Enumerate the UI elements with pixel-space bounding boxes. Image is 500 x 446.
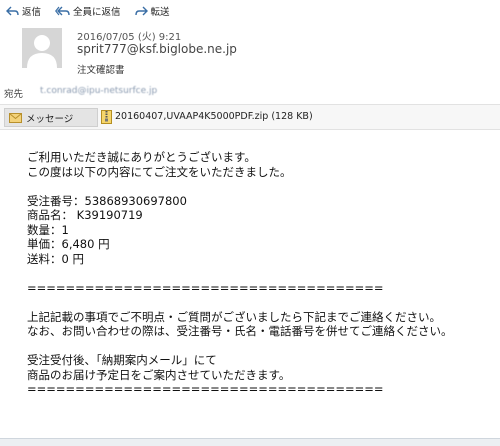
- message-body: ご利用いただき誠にありがとうございます。 この度は以下の内容にてご注文をいただき…: [27, 150, 497, 397]
- body-line: [27, 179, 497, 194]
- forward-label: 転送: [150, 7, 170, 18]
- reply-all-button[interactable]: 全員に返信: [55, 4, 121, 18]
- toolbar: 返信 全員に返信 転送: [0, 0, 500, 22]
- body-line: この度は以下の内容にてご注文をいただきました。: [27, 164, 292, 179]
- person-icon: [22, 28, 62, 68]
- body-line: ご利用いただき誠にありがとうございます。: [27, 150, 256, 164]
- to-recipient[interactable]: t.conrad@ipu-netsurfce.jp: [40, 86, 157, 96]
- reply-all-icon: [55, 6, 70, 15]
- body-line: [27, 266, 497, 281]
- reply-button[interactable]: 返信: [6, 4, 41, 18]
- zip-file-icon: [101, 109, 112, 124]
- attachment-file-label: 20160407,UVAAP4K5000PDF.zip (128 KB): [115, 111, 313, 122]
- sender-address[interactable]: sprit777@ksf.biglobe.ne.jp: [77, 42, 237, 56]
- envelope-icon: [9, 112, 22, 123]
- body-line: なお、お問い合わせの際は、受注番号・氏名・電話番号を併せてご連絡ください。: [27, 324, 453, 338]
- body-line: 送料：0 円: [27, 251, 84, 266]
- message-tab-label: メッセージ: [26, 113, 74, 125]
- body-line: 受注受付後、「納期案内メール」にて: [27, 353, 217, 367]
- reply-label: 返信: [22, 7, 42, 18]
- to-label: 宛先: [4, 89, 24, 100]
- body-line: 数量：1: [27, 222, 69, 237]
- body-line: 受注番号：53868930697800: [27, 193, 187, 208]
- forward-button[interactable]: 転送: [134, 4, 170, 18]
- body-line: 上記記載の事項でご不明点・ご質問がございましたら下記までご連絡ください。: [27, 309, 441, 324]
- body-line: [27, 295, 497, 310]
- attachment-bar: メッセージ 20160407,UVAAP4K5000PDF.zip (128 K…: [0, 104, 500, 130]
- body-line: =====================================: [27, 280, 384, 295]
- message-tab[interactable]: メッセージ: [4, 108, 98, 127]
- message-date: 2016/07/05 (火) 9:21: [77, 32, 182, 43]
- reply-icon: [6, 6, 19, 15]
- forward-icon: [134, 6, 148, 15]
- body-line: 商品名： K39190719: [27, 208, 143, 222]
- message-header: 2016/07/05 (火) 9:21 sprit777@ksf.biglobe…: [0, 22, 500, 102]
- message-subject: 注文確認書: [77, 65, 125, 76]
- body-line: 商品のお届け予定日をご案内させていただきます。: [27, 367, 291, 382]
- reply-all-label: 全員に返信: [73, 7, 121, 18]
- avatar: [22, 28, 62, 68]
- body-line: 単価：6,480 円: [27, 237, 110, 251]
- body-line: =====================================: [27, 382, 384, 396]
- attachment-file[interactable]: 20160407,UVAAP4K5000PDF.zip (128 KB): [101, 108, 313, 125]
- body-line: [27, 339, 497, 354]
